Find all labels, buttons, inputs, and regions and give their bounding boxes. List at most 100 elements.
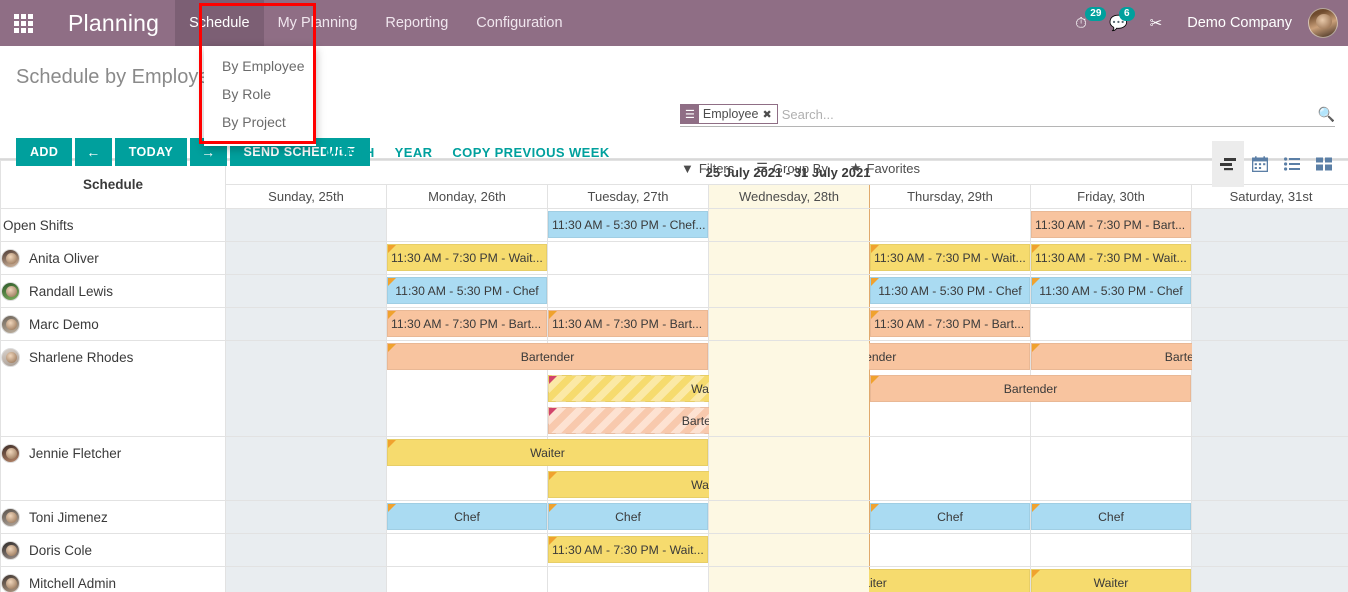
add-button[interactable]: ADD xyxy=(16,138,73,166)
gantt-cell[interactable] xyxy=(1030,274,1192,308)
gantt-cell[interactable] xyxy=(708,436,870,501)
today-button[interactable]: TODAY xyxy=(114,138,188,166)
menu-item-configuration[interactable]: Configuration xyxy=(462,0,576,46)
gantt-row-label-0[interactable]: Open Shifts xyxy=(0,208,226,242)
gantt-cell[interactable] xyxy=(1030,500,1192,534)
gantt-cell[interactable] xyxy=(386,500,548,534)
gantt-cell[interactable] xyxy=(547,274,709,308)
gantt-cell[interactable]: ChefChefChefChefChef xyxy=(225,500,1191,534)
activity-menu-button[interactable]: ⏱ 29 xyxy=(1066,0,1107,46)
gantt-cell[interactable] xyxy=(708,274,870,308)
gantt-cell[interactable] xyxy=(708,241,870,275)
messaging-menu-button[interactable]: 💬 6 xyxy=(1100,0,1137,46)
menu-item-reporting[interactable]: Reporting xyxy=(371,0,462,46)
search-input[interactable] xyxy=(781,106,1312,122)
gantt-cell[interactable]: 11:30 AM - 7:30 PM - Wait... 11:30 AM - 7… xyxy=(225,241,1191,275)
favorites-dropdown-button[interactable]: ★ Favorites xyxy=(850,160,920,176)
gantt-cell[interactable] xyxy=(1190,533,1348,567)
dropdown-item-by-project[interactable]: By Project xyxy=(204,108,316,136)
gantt-cell[interactable] xyxy=(869,340,1031,437)
gantt-row-label-3[interactable]: Marc Demo xyxy=(0,307,226,341)
gantt-cell[interactable] xyxy=(1030,533,1192,567)
gantt-cell[interactable] xyxy=(547,307,709,341)
gantt-view-button[interactable] xyxy=(1212,141,1244,187)
kanban-view-button[interactable] xyxy=(1308,141,1340,187)
gantt-cell[interactable]: WaiterWaiter xyxy=(225,566,1191,592)
gantt-cell[interactable] xyxy=(869,500,1031,534)
dropdown-item-by-role[interactable]: By Role xyxy=(204,80,316,108)
gantt-cell[interactable] xyxy=(386,307,548,341)
gantt-cell[interactable] xyxy=(708,500,870,534)
apps-menu-button[interactable] xyxy=(0,0,46,46)
calendar-view-button[interactable] xyxy=(1244,141,1276,187)
group-by-dropdown-button[interactable]: ☰ Group By xyxy=(756,160,828,176)
gantt-cell[interactable]: WaiterWaiter xyxy=(225,436,869,501)
gantt-cell[interactable] xyxy=(869,274,1031,308)
gantt-row-label-8[interactable]: Mitchell Admin xyxy=(0,566,226,592)
dropdown-item-by-employee[interactable]: By Employee xyxy=(204,52,316,80)
gantt-cell[interactable] xyxy=(547,208,709,242)
scale-year-button[interactable]: YEAR xyxy=(395,145,433,160)
gantt-cell[interactable] xyxy=(547,500,709,534)
previous-period-button[interactable]: ← xyxy=(75,138,112,166)
user-avatar[interactable] xyxy=(1308,8,1338,38)
list-view-button[interactable] xyxy=(1276,141,1308,187)
gantt-cell[interactable] xyxy=(386,436,548,501)
gantt-cell[interactable] xyxy=(386,208,548,242)
gantt-cell[interactable] xyxy=(869,241,1031,275)
gantt-cell[interactable] xyxy=(386,566,548,592)
gantt-cell[interactable] xyxy=(386,274,548,308)
menu-item-my-planning[interactable]: My Planning xyxy=(264,0,372,46)
gantt-row-label-2[interactable]: Randall Lewis xyxy=(0,274,226,308)
gantt-cell[interactable]: 11:30 AM - 5:30 PM - Chef 11:30 AM - 5:30… xyxy=(225,274,1191,308)
filters-dropdown-button[interactable]: ▼ Filters xyxy=(681,161,734,176)
gantt-cell[interactable] xyxy=(1190,241,1348,275)
gantt-cell[interactable] xyxy=(386,241,548,275)
gantt-cell[interactable] xyxy=(869,533,1031,567)
gantt-cell[interactable] xyxy=(1190,307,1348,341)
company-switcher[interactable]: Demo Company xyxy=(1175,15,1304,31)
gantt-row-label-4[interactable]: Sharlene Rhodes xyxy=(0,340,226,437)
gantt-row-label-6[interactable]: Toni Jimenez xyxy=(0,500,226,534)
gantt-cell[interactable] xyxy=(547,566,709,592)
gantt-row-label-1[interactable]: Anita Oliver xyxy=(0,241,226,275)
gantt-cell[interactable] xyxy=(1190,340,1348,437)
gantt-cell[interactable] xyxy=(1030,566,1192,592)
gantt-cell[interactable] xyxy=(708,533,870,567)
gantt-cell[interactable] xyxy=(1030,340,1192,437)
gantt-cell[interactable] xyxy=(869,208,1031,242)
gantt-cell[interactable]: 11:30 AM - 5:30 PM - Chef... 11:30 AM - 7… xyxy=(225,208,1191,242)
gantt-row-label-7[interactable]: Doris Cole xyxy=(0,533,226,567)
gantt-cell[interactable] xyxy=(1190,436,1348,501)
gantt-cell[interactable]: BartenderBartenderBartenderWaiterBartend… xyxy=(225,340,1348,437)
search-facet-remove-icon[interactable]: ✖ xyxy=(762,108,776,121)
gantt-cell[interactable] xyxy=(386,340,548,437)
developer-tools-button[interactable]: ✂ xyxy=(1141,0,1172,46)
gantt-cell[interactable]: 11:30 AM - 7:30 PM - Bart... 11:30 AM - 7… xyxy=(225,307,1030,341)
gantt-cell[interactable] xyxy=(1190,566,1348,592)
gantt-cell[interactable]: 11:30 AM - 7:30 PM - Wait... xyxy=(225,533,708,567)
gantt-row-label-5[interactable]: Jennie Fletcher xyxy=(0,436,226,501)
gantt-cell[interactable] xyxy=(708,307,870,341)
gantt-cell[interactable] xyxy=(708,340,870,437)
menu-item-schedule[interactable]: Schedule xyxy=(175,0,264,46)
gantt-cell[interactable] xyxy=(869,566,1031,592)
gantt-cell[interactable] xyxy=(1030,307,1192,341)
gantt-cell[interactable] xyxy=(1190,500,1348,534)
gantt-cell[interactable] xyxy=(1030,208,1192,242)
gantt-cell[interactable] xyxy=(869,307,1031,341)
scale-month-button[interactable]: MONTH xyxy=(325,145,375,160)
gantt-cell[interactable] xyxy=(547,436,709,501)
gantt-cell[interactable] xyxy=(1030,241,1192,275)
gantt-cell[interactable] xyxy=(708,208,870,242)
gantt-cell[interactable] xyxy=(547,241,709,275)
gantt-cell[interactable] xyxy=(708,566,870,592)
gantt-cell[interactable] xyxy=(386,533,548,567)
gantt-cell[interactable] xyxy=(1190,208,1348,242)
gantt-cell[interactable] xyxy=(1190,274,1348,308)
gantt-cell[interactable] xyxy=(1030,436,1192,501)
gantt-cell[interactable] xyxy=(547,340,709,437)
copy-previous-week-button[interactable]: COPY PREVIOUS WEEK xyxy=(452,145,609,160)
gantt-cell[interactable] xyxy=(869,436,1031,501)
gantt-cell[interactable] xyxy=(547,533,709,567)
